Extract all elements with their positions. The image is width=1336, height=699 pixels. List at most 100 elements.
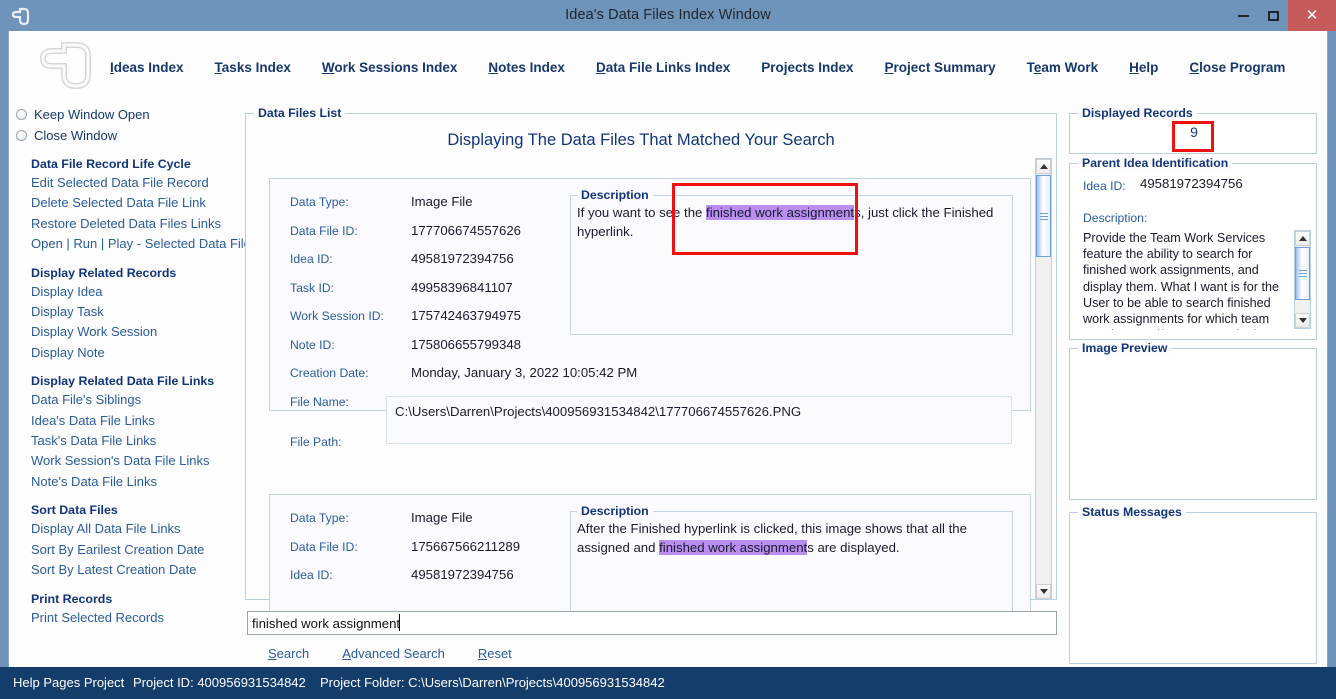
description-legend: Description [577,504,653,518]
nav-link-print-selected-records[interactable]: Print Selected Records [8,608,240,628]
nav-link-display-task[interactable]: Display Task [8,302,240,322]
search-input[interactable] [247,611,1057,635]
sidebar-navigation: Keep Window Open Close Window Data File Re… [8,104,251,630]
status-project-name: Help Pages Project [13,675,125,690]
nav-link-edit-selected-data-file-record[interactable]: Edit Selected Data File Record [8,173,240,193]
action-reset[interactable]: Reset [478,646,512,661]
parent-idea-panel: Parent Idea Identification Idea ID: 4958… [1069,156,1317,340]
field-label: Creation Date: [290,366,369,380]
nav-link-display-work-session[interactable]: Display Work Session [8,322,240,342]
scroll-down-icon[interactable] [1295,313,1310,328]
data-files-list-legend: Data Files List [254,106,346,120]
scroll-down-icon[interactable] [1036,584,1051,599]
nav-heading-display-related-data-file-links: Display Related Data File Links [31,374,215,389]
field-value: Image File [411,194,473,209]
nav-link-display-note[interactable]: Display Note [8,343,240,363]
minimize-button[interactable] [1228,0,1258,31]
field-label: Work Session ID: [290,309,384,323]
radio-keep-window-open[interactable]: Keep Window Open [8,104,240,125]
menu-item-notes-index[interactable]: Notes Index [488,60,565,75]
status-project-folder-value: C:\Users\Darren\Projects\400956931534842 [408,675,665,690]
field-label: Data File ID: [290,223,358,238]
field-value: 49581972394756 [411,567,514,582]
scroll-up-icon[interactable] [1036,159,1051,174]
field-value: Image File [411,510,473,525]
data-file-record-card[interactable]: Data Type: Image File Data File ID: 1756… [269,494,1031,614]
main-menu-bar: Ideas Index Tasks Index Work Sessions Inde… [110,60,1316,82]
menu-item-team-work[interactable]: Team Work [1027,60,1099,75]
menu-item-projects-index[interactable]: Projects Index [761,60,853,75]
field-value: 175667566211289 [411,538,521,554]
status-messages-panel: Status Messages [1069,505,1317,664]
application-window: Idea's Data Files Index Window ✕ Ideas I… [0,0,1336,699]
record-description-panel: Description After the Finished hyperlink… [570,504,1013,613]
action-search[interactable]: Search [268,646,309,661]
maximize-button[interactable] [1258,0,1288,31]
nav-link-note-s-data-file-links[interactable]: Note's Data File Links [8,472,240,492]
menu-item-tasks-index[interactable]: Tasks Index [215,60,291,75]
field-label: File Name: [290,394,349,409]
displayed-records-panel: Displayed Records 9 [1069,106,1317,154]
nav-link-sort-by-latest-creation-date[interactable]: Sort By Latest Creation Date [8,560,240,580]
menu-item-close-program[interactable]: Close Program [1189,60,1285,75]
scroll-up-icon[interactable] [1295,231,1310,246]
parent-idea-description-label: Description: [1083,211,1148,225]
radio-indicator-icon [16,130,27,141]
field-label: Idea ID: [290,252,333,266]
nav-link-task-s-data-file-links[interactable]: Task's Data File Links [8,431,240,451]
scrollbar-thumb[interactable] [1295,247,1310,300]
nav-link-sort-by-earilest-creation-date[interactable]: Sort By Earilest Creation Date [8,540,240,560]
menu-item-project-summary[interactable]: Project Summary [885,60,996,75]
description-pre: If you want to see the [577,205,707,220]
scrollbar-thumb[interactable] [1036,175,1051,257]
parent-idea-id-value: 49581972394756 [1140,176,1243,191]
maximize-icon [1267,10,1279,21]
nav-heading-sort-data-files: Sort Data Files [31,503,118,518]
header-logo-icon [36,38,98,94]
action-advanced-search[interactable]: Advanced Search [342,646,445,661]
close-button[interactable]: ✕ [1288,0,1336,31]
window-title: Idea's Data Files Index Window [565,7,771,23]
text-cursor [399,614,400,631]
status-project-folder: Project Folder: C:\Users\Darren\Projects… [320,675,665,690]
radio-label: Keep Window Open [34,107,150,122]
status-messages-legend: Status Messages [1078,505,1186,519]
nav-link-idea-s-data-file-links[interactable]: Idea's Data File Links [8,411,240,431]
field-note-id: Note ID: 175806655799348 [290,337,620,367]
menu-item-help[interactable]: Help [1129,60,1158,75]
field-label: Note ID: [290,337,335,352]
nav-link-restore-deleted-data-files-links[interactable]: Restore Deleted Data Files Links [8,214,240,234]
parent-idea-id-row: Idea ID: 49581972394756 [1083,176,1243,195]
title-bar: Idea's Data Files Index Window ✕ [0,0,1336,31]
field-label: Idea ID: [290,568,333,582]
search-actions-bar: Search Advanced Search Reset [268,646,545,661]
menu-item-ideas-index[interactable]: Ideas Index [110,60,184,75]
status-bar: Help Pages Project Project ID: 400956931… [0,667,1336,699]
radio-indicator-icon [16,109,27,120]
description-legend: Description [577,188,653,202]
displayed-records-count: 9 [1190,124,1198,140]
data-files-list-scrollbar[interactable] [1035,158,1052,600]
radio-close-window[interactable]: Close Window [8,125,240,146]
nav-link-display-idea[interactable]: Display Idea [8,282,240,302]
menu-item-work-sessions-index[interactable]: Work Sessions Index [322,60,458,75]
parent-idea-scrollbar[interactable] [1294,230,1311,329]
record-description-panel: Description If you want to see the finis… [570,188,1013,335]
displayed-records-legend: Displayed Records [1078,106,1197,120]
menu-item-data-file-links-index[interactable]: Data File Links Index [596,60,730,75]
field-creation-date: Creation Date: Monday, January 3, 2022 1… [290,365,637,395]
description-text: If you want to see the finished work ass… [577,203,1004,241]
field-label: Data Type: [290,511,349,525]
field-label: Task ID: [290,280,335,295]
nav-link-data-file-s-siblings[interactable]: Data File's Siblings [8,390,240,410]
nav-link-open-run-play-selected-data-file[interactable]: Open | Run | Play - Selected Data File [8,234,251,254]
nav-link-delete-selected-data-file-link[interactable]: Delete Selected Data File Link [8,193,240,213]
nav-heading-display-related-records: Display Related Records [31,265,177,280]
data-file-record-card[interactable]: Data Type: Image File Data File ID: 1777… [269,178,1031,449]
description-text: After the Finished hyperlink is clicked,… [577,519,1004,557]
minimize-icon [1237,14,1249,17]
nav-link-work-session-s-data-file-links[interactable]: Work Session's Data File Links [8,451,240,471]
nav-link-display-all-data-file-links[interactable]: Display All Data File Links [8,519,240,539]
description-highlight: finished work assignment [706,205,855,220]
field-label: Data File ID: [290,539,358,554]
